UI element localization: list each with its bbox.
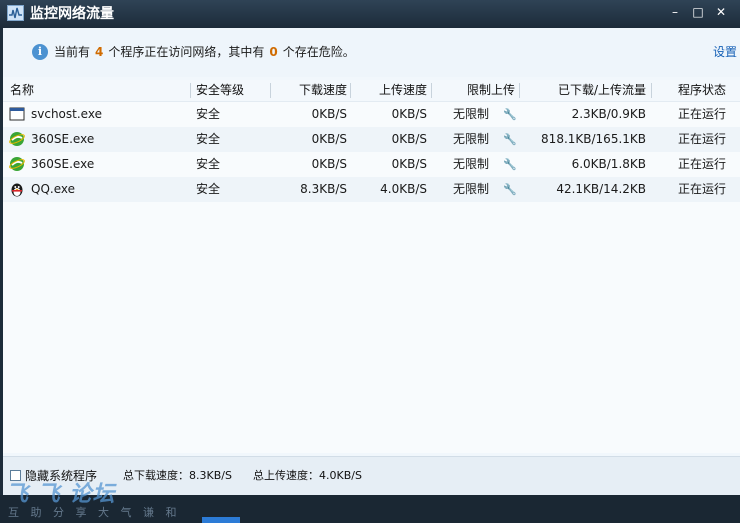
maximize-button[interactable]: □ xyxy=(688,4,708,22)
security-level: 安全 xyxy=(196,107,221,121)
download-speed: 8.3KB/S xyxy=(300,182,347,196)
table-header: 名称 安全等级 下载速度 上传速度 限制上传 已下载/上传流量 程序状态 xyxy=(3,80,740,102)
download-speed: 0KB/S xyxy=(311,157,347,171)
total-upload-speed: 总上传速度：4.0KB/S xyxy=(253,469,362,482)
process-name: svchost.exe xyxy=(31,107,102,121)
process-status: 正在运行 xyxy=(677,157,726,171)
download-speed: 0KB/S xyxy=(311,132,347,146)
program-count: 4 xyxy=(95,45,104,59)
traffic-total: 6.0KB/1.8KB xyxy=(571,157,646,171)
download-speed: 0KB/S xyxy=(311,107,347,121)
close-button[interactable]: ✕ xyxy=(711,4,731,22)
security-level: 安全 xyxy=(196,132,221,146)
upload-speed: 0KB/S xyxy=(391,157,427,171)
upload-limit: 无限制 xyxy=(453,182,490,196)
watermark-slogan: 互 助 分 享 大 气 谦 和 xyxy=(8,506,181,519)
column-divider[interactable] xyxy=(350,83,351,98)
column-header-security[interactable]: 安全等级 xyxy=(196,80,244,101)
column-divider[interactable] xyxy=(270,83,271,98)
process-name: QQ.exe xyxy=(31,182,75,196)
process-table: 名称 安全等级 下载速度 上传速度 限制上传 已下载/上传流量 程序状态 svc… xyxy=(3,80,740,453)
taskbar-tab xyxy=(202,517,240,523)
column-divider[interactable] xyxy=(431,83,432,98)
upload-speed: 0KB/S xyxy=(391,132,427,146)
summary-suffix: 个存在危险。 xyxy=(282,45,355,59)
security-level: 安全 xyxy=(196,157,221,171)
process-status: 正在运行 xyxy=(677,182,726,196)
browser-360se-icon xyxy=(9,132,25,146)
network-monitor-icon xyxy=(7,5,24,21)
wrench-icon[interactable]: 🔧 xyxy=(503,134,517,146)
main-content: i 当前有 4 个程序正在访问网络，其中有 0 个存在危险。 设置 名称 安全等级 下载… xyxy=(3,28,740,496)
window-title: 监控网络流量 xyxy=(30,6,114,22)
column-header-limit[interactable]: 限制上传 xyxy=(467,80,515,101)
table-row[interactable]: QQ.exe 安全 8.3KB/S 4.0KB/S 无限制 🔧 42.1KB/1… xyxy=(3,177,740,202)
total-download-speed: 总下载速度：8.3KB/S xyxy=(123,469,232,482)
table-body: svchost.exe 安全 0KB/S 0KB/S 无限制 🔧 2.3KB/0… xyxy=(3,102,740,453)
column-divider[interactable] xyxy=(651,83,652,98)
column-header-upload[interactable]: 上传速度 xyxy=(379,80,427,101)
table-row[interactable]: 360SE.exe 安全 0KB/S 0KB/S 无限制 🔧 818.1KB/1… xyxy=(3,127,740,152)
app-window: 监控网络流量 – □ ✕ i 当前有 4 个程序正在访问网络，其中有 0 个存在危险。 … xyxy=(0,0,740,523)
upload-limit: 无限制 xyxy=(453,132,490,146)
traffic-total: 42.1KB/14.2KB xyxy=(556,182,646,196)
upload-limit: 无限制 xyxy=(453,157,490,171)
window-app-icon xyxy=(9,107,25,121)
wrench-icon[interactable]: 🔧 xyxy=(503,109,517,121)
upload-limit: 无限制 xyxy=(453,107,490,121)
column-header-traffic[interactable]: 已下载/上传流量 xyxy=(558,80,646,101)
title-bar[interactable]: 监控网络流量 – □ ✕ xyxy=(0,0,740,28)
column-divider[interactable] xyxy=(519,83,520,98)
table-row[interactable]: svchost.exe 安全 0KB/S 0KB/S 无限制 🔧 2.3KB/0… xyxy=(3,102,740,127)
column-header-download[interactable]: 下载速度 xyxy=(299,80,347,101)
settings-link[interactable]: 设置 xyxy=(713,44,737,60)
column-divider[interactable] xyxy=(190,83,191,98)
minimize-button[interactable]: – xyxy=(665,4,685,22)
security-level: 安全 xyxy=(196,182,221,196)
process-status: 正在运行 xyxy=(677,107,726,121)
info-icon: i xyxy=(32,44,48,60)
info-bar: i 当前有 4 个程序正在访问网络，其中有 0 个存在危险。 设置 xyxy=(3,28,740,77)
browser-360se-icon xyxy=(9,157,25,171)
summary-text: 当前有 4 个程序正在访问网络，其中有 0 个存在危险。 xyxy=(54,44,355,60)
wrench-icon[interactable]: 🔧 xyxy=(503,184,517,196)
qq-penguin-icon xyxy=(11,183,23,197)
wrench-icon[interactable]: 🔧 xyxy=(503,159,517,171)
traffic-total: 818.1KB/165.1KB xyxy=(541,132,646,146)
traffic-total: 2.3KB/0.9KB xyxy=(571,107,646,121)
column-header-name[interactable]: 名称 xyxy=(10,80,34,101)
summary-middle: 个程序正在访问网络，其中有 xyxy=(108,45,265,59)
column-header-status[interactable]: 程序状态 xyxy=(678,80,726,101)
table-row[interactable]: 360SE.exe 安全 0KB/S 0KB/S 无限制 🔧 6.0KB/1.8… xyxy=(3,152,740,177)
upload-speed: 4.0KB/S xyxy=(380,182,427,196)
summary-prefix: 当前有 xyxy=(54,45,91,59)
process-name: 360SE.exe xyxy=(31,132,95,146)
process-status: 正在运行 xyxy=(677,132,726,146)
upload-speed: 0KB/S xyxy=(391,107,427,121)
process-name: 360SE.exe xyxy=(31,157,95,171)
danger-count: 0 xyxy=(269,45,278,59)
